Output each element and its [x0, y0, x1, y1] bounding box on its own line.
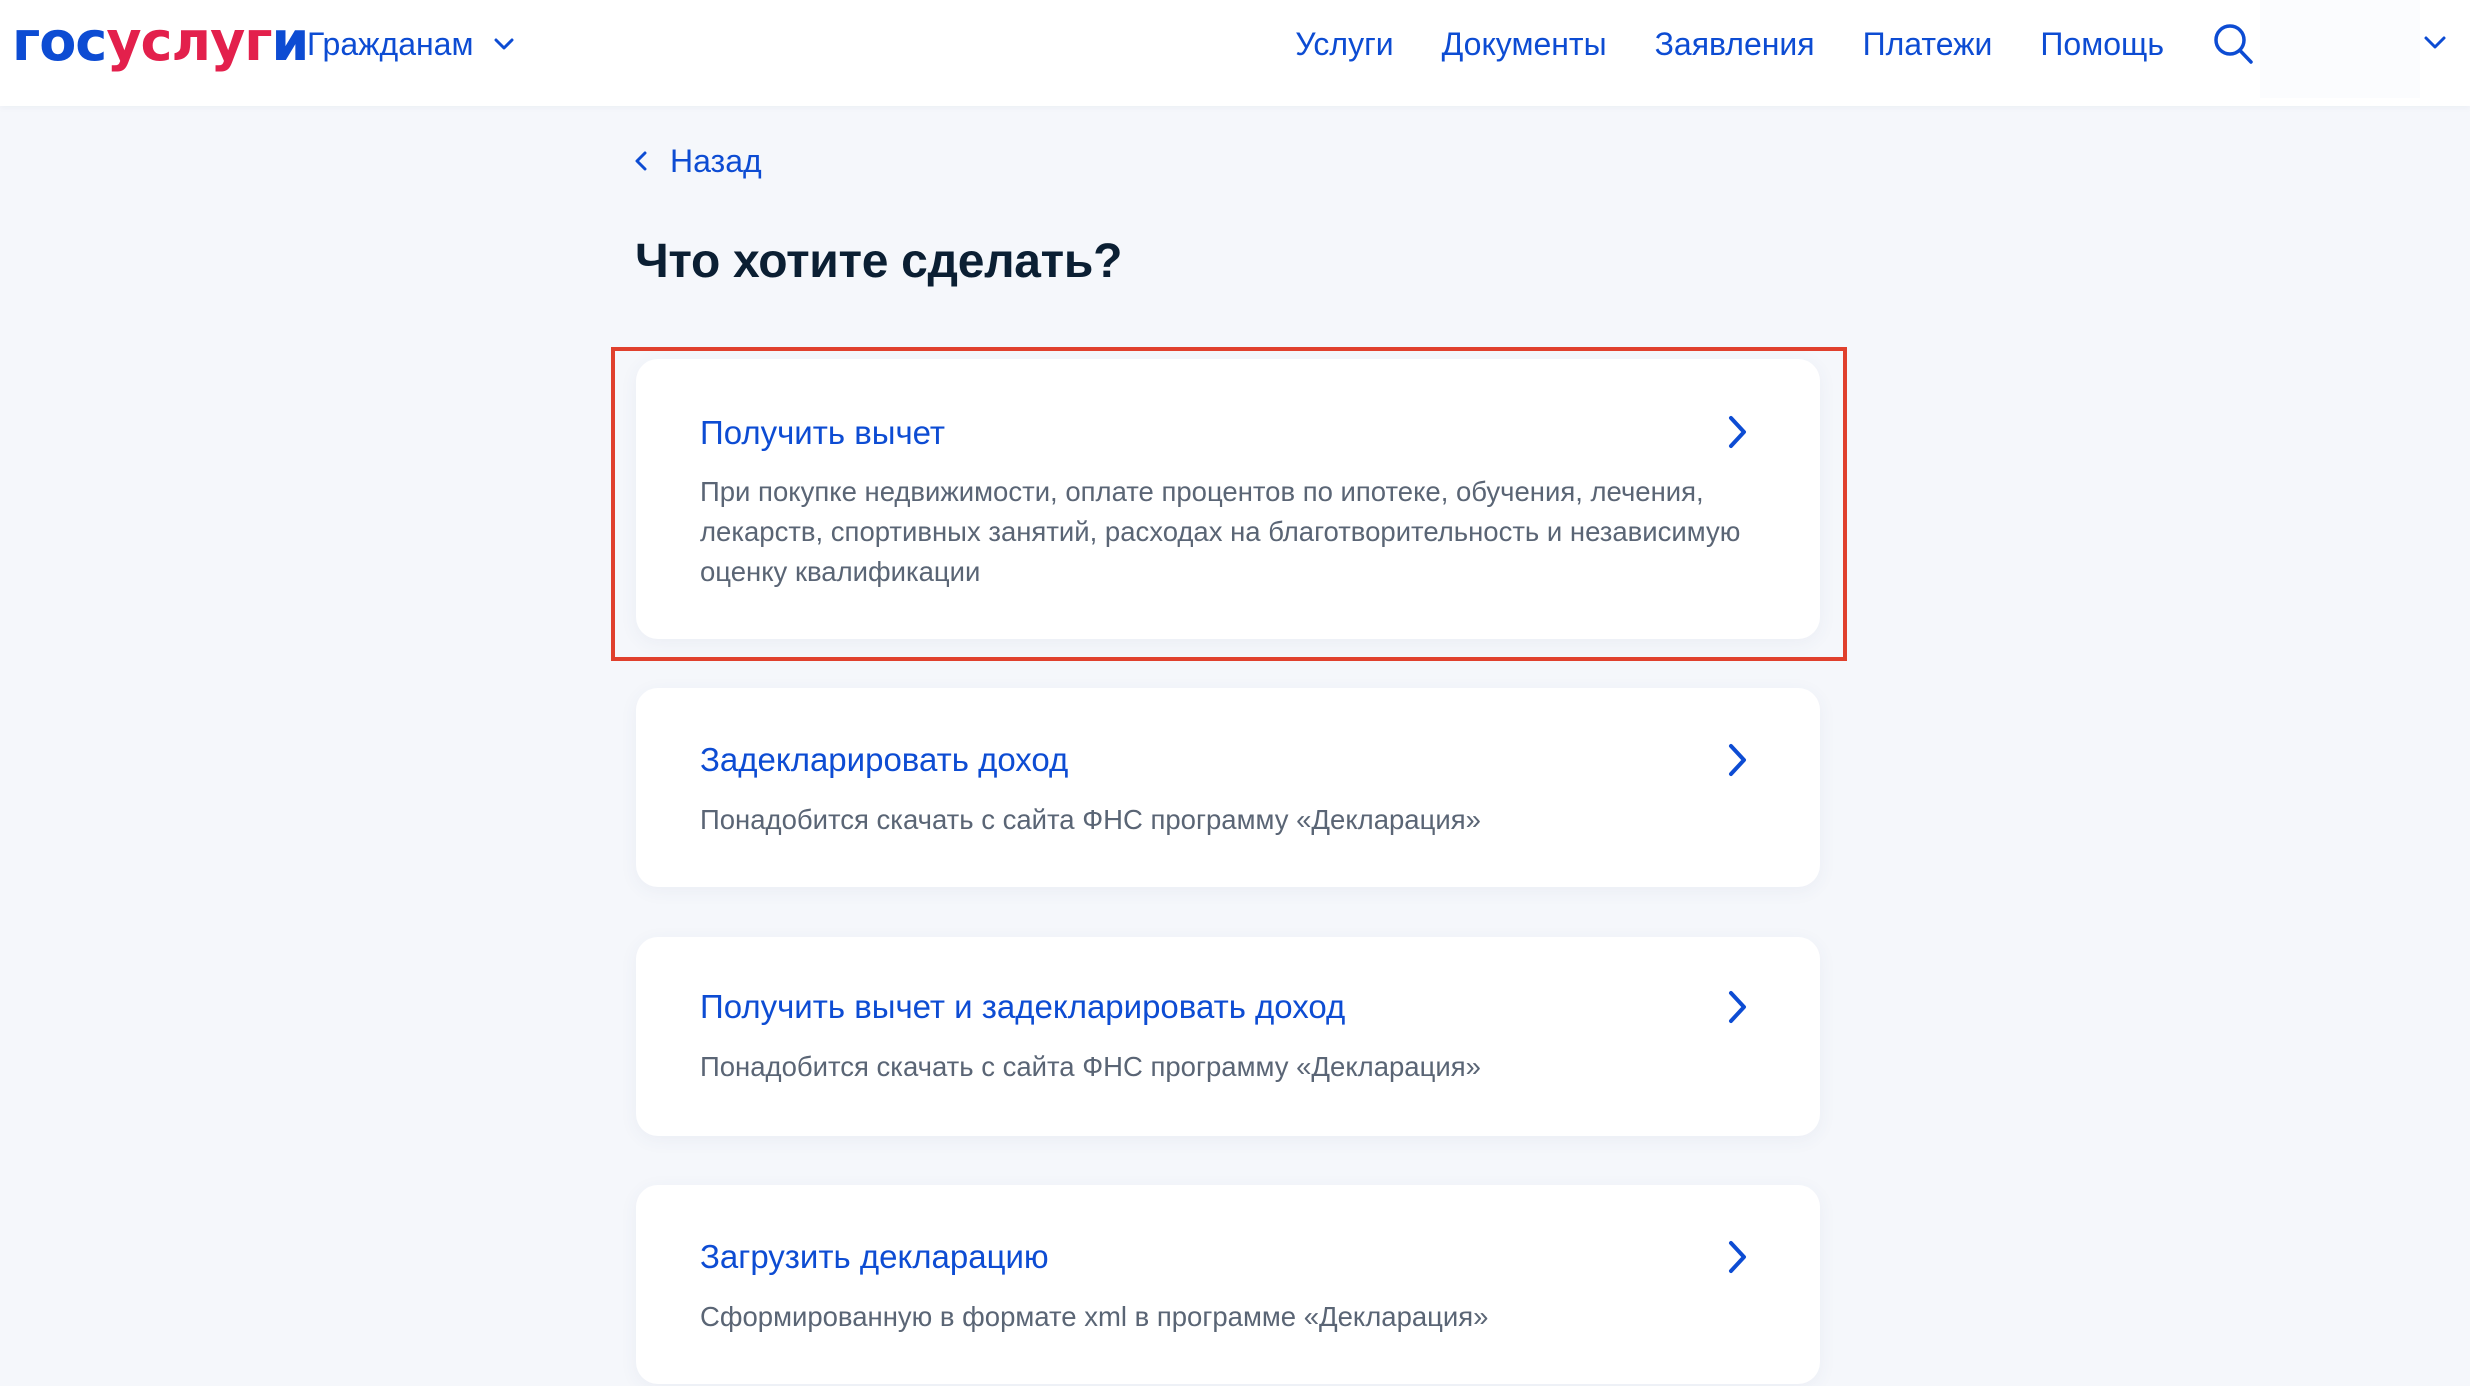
chevron-right-icon [1722, 412, 1752, 452]
audience-label: Гражданам [307, 25, 474, 62]
option-description: Сформированную в формате xml в программе… [700, 1301, 1489, 1332]
chevron-left-icon [634, 143, 648, 180]
gosuslugi-logo[interactable]: госуслуги [12, 10, 309, 73]
option-title: Задекларировать доход [700, 741, 1069, 778]
nav-item-documents[interactable]: Документы [1442, 26, 1607, 63]
option-title: Получить вычет [700, 414, 946, 451]
chevron-right-icon [1722, 1237, 1752, 1277]
option-title: Получить вычет и задекларировать доход [700, 988, 1346, 1025]
search-icon[interactable] [2212, 22, 2254, 66]
profile-chevron-down-icon[interactable] [2418, 26, 2452, 60]
option-card-deduction-and-declare[interactable]: Получить вычет и задекларировать доход П… [636, 937, 1820, 1136]
option-description: Понадобится скачать с сайта ФНС программ… [700, 1051, 1481, 1082]
back-label: Назад [670, 142, 762, 179]
nav-item-payments[interactable]: Платежи [1863, 26, 1993, 63]
chevron-right-icon [1722, 987, 1752, 1027]
option-description: При покупке недвижимости, оплате процент… [700, 476, 1741, 587]
site-header: госуслуги Гражданам Услуги Документы Зая… [0, 0, 2470, 106]
nav-item-services[interactable]: Услуги [1295, 26, 1393, 63]
option-card-upload-declaration[interactable]: Загрузить декларацию Сформированную в фо… [636, 1185, 1820, 1384]
chevron-right-icon [1722, 740, 1752, 780]
nav-item-applications[interactable]: Заявления [1655, 26, 1815, 63]
option-card-get-deduction[interactable]: Получить вычет При покупке недвижимости,… [636, 359, 1820, 639]
nav-item-help[interactable]: Помощь [2040, 26, 2164, 63]
audience-dropdown[interactable]: Гражданам [307, 24, 515, 64]
main-nav: Услуги Документы Заявления Платежи Помощ… [1295, 22, 2254, 66]
option-title: Загрузить декларацию [700, 1238, 1049, 1275]
option-description: Понадобится скачать с сайта ФНС программ… [700, 804, 1481, 835]
page-title: Что хотите сделать? [635, 235, 1123, 288]
back-link[interactable]: Назад [634, 140, 762, 182]
profile-area[interactable] [2260, 0, 2420, 98]
chevron-down-icon [493, 37, 515, 51]
option-card-declare-income[interactable]: Задекларировать доход Понадобится скачат… [636, 688, 1820, 887]
